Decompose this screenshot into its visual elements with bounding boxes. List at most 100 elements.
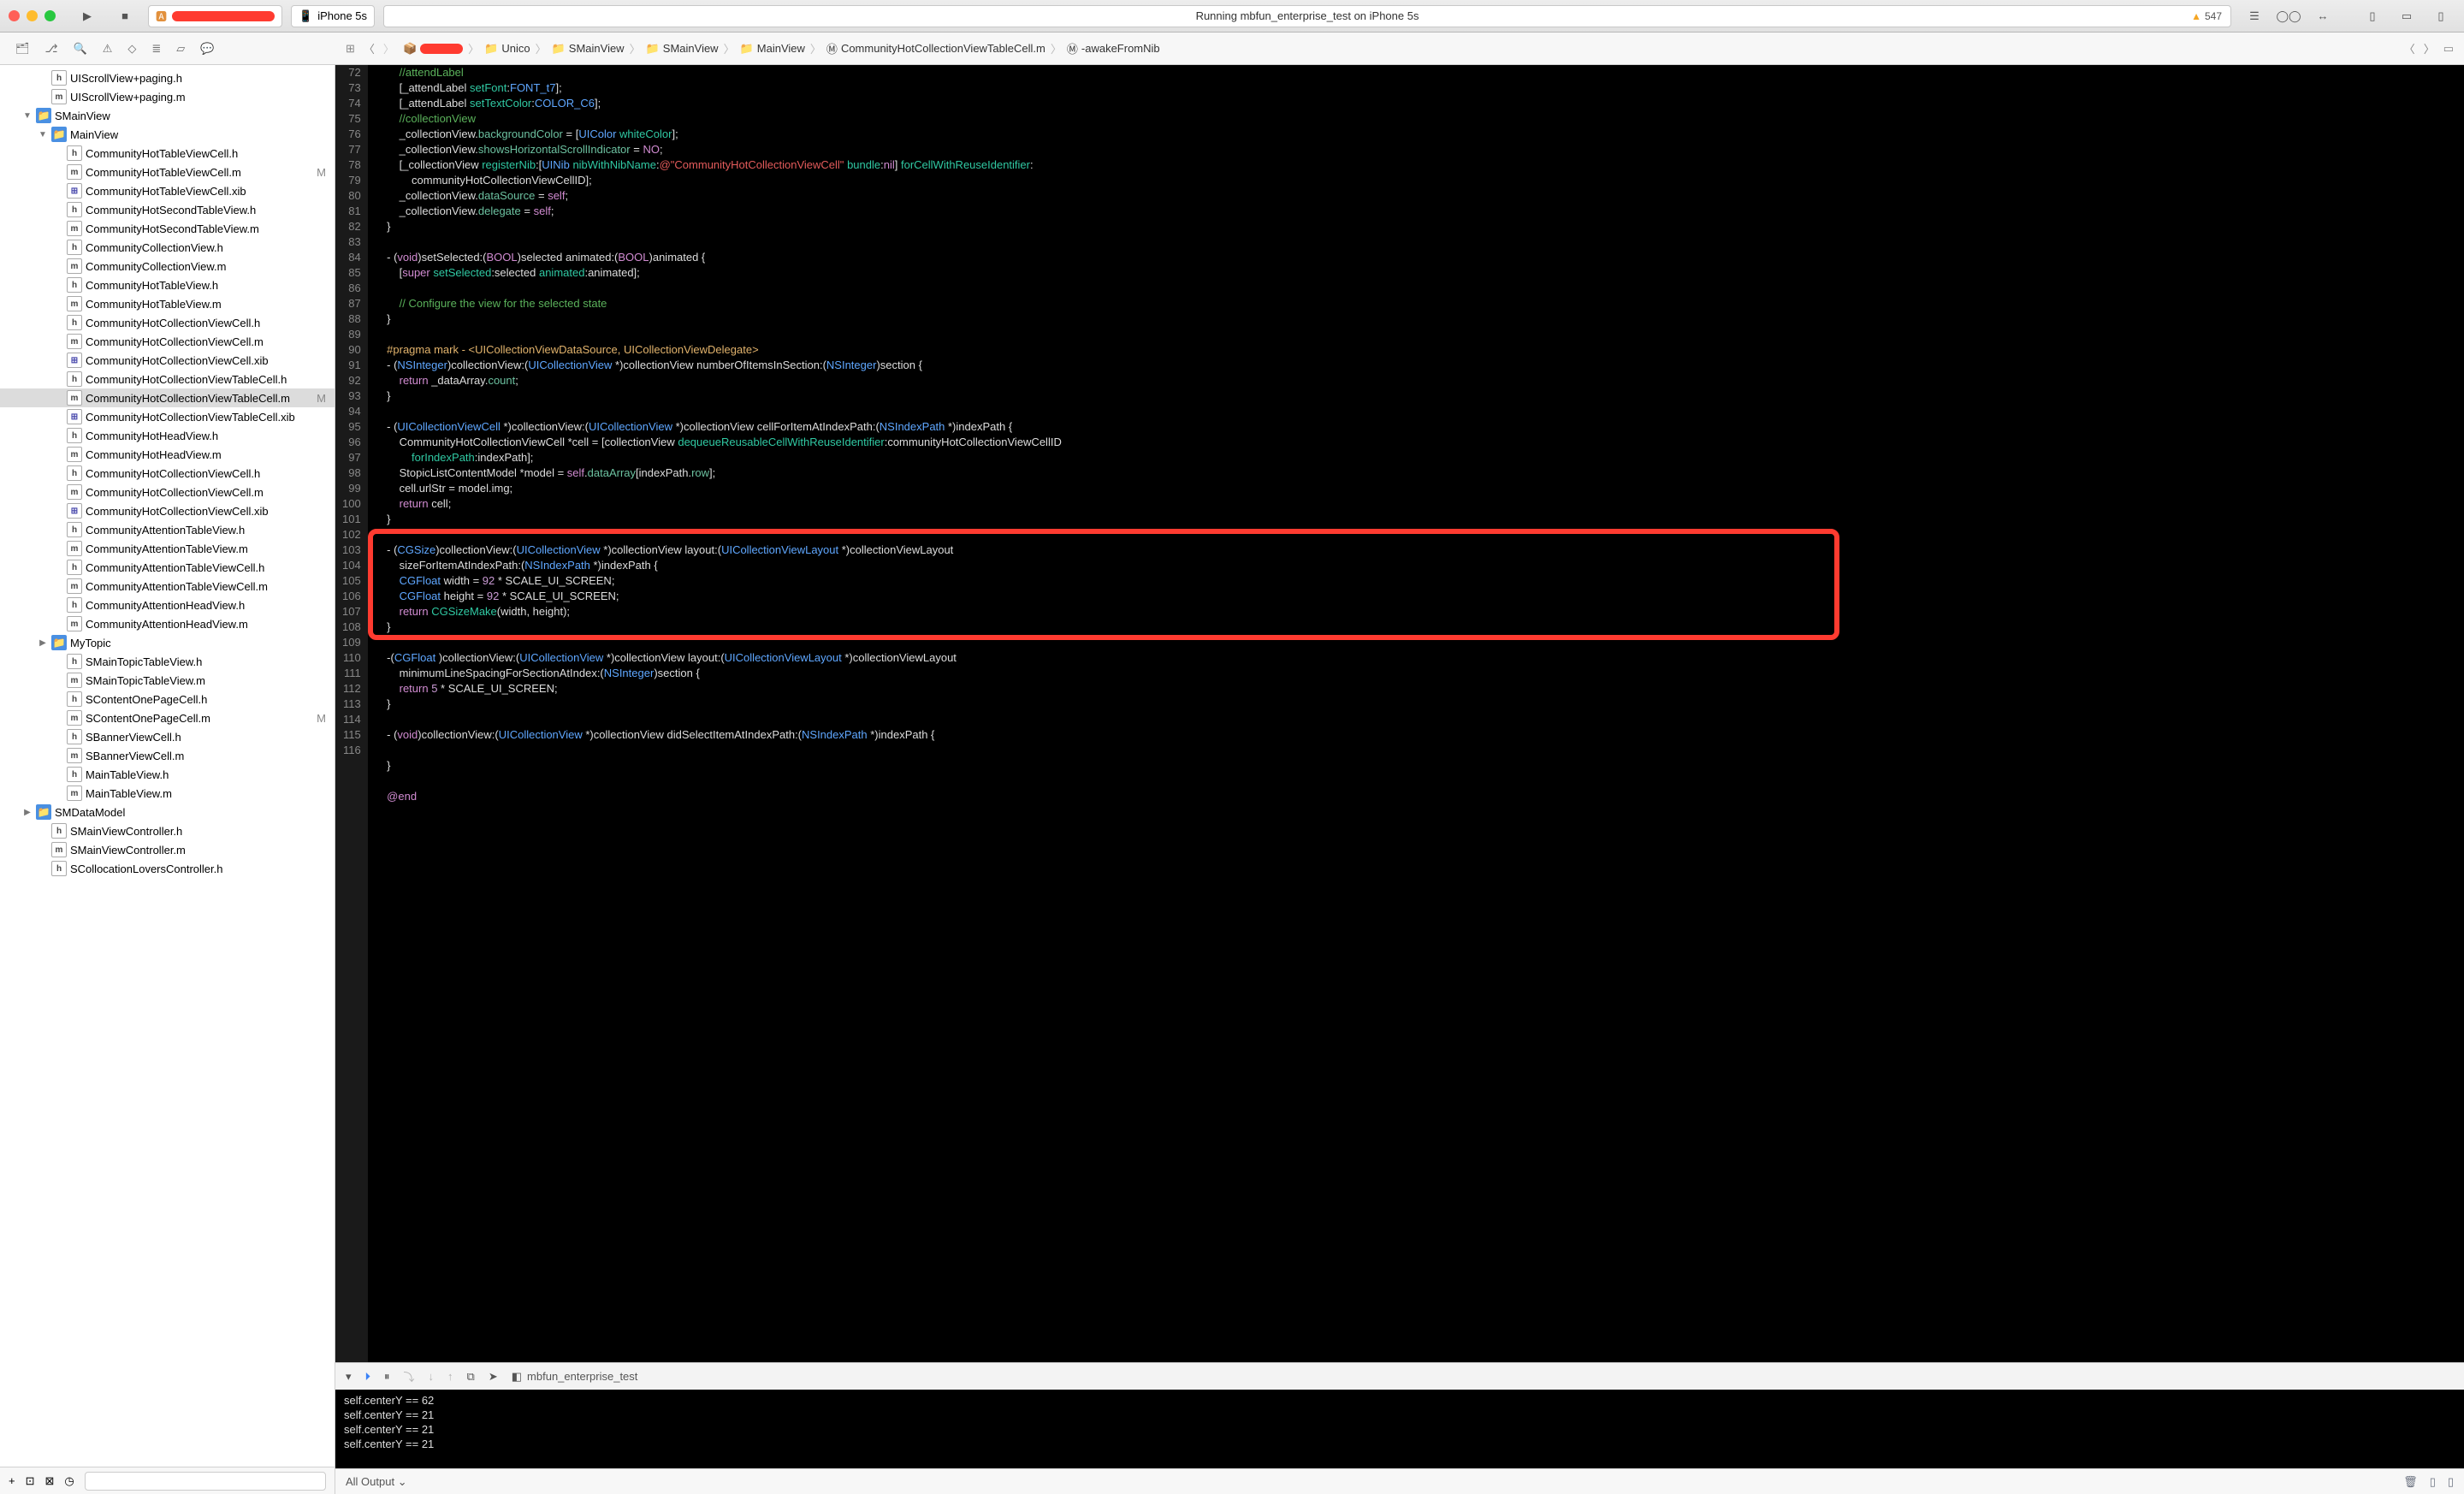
stop-button[interactable]: ■ (110, 5, 139, 27)
jump-segment[interactable]: 📁SMainView (552, 42, 625, 56)
tree-file[interactable]: UIScrollView+paging.h (0, 68, 335, 87)
tree-folder[interactable]: ▶MyTopic (0, 633, 335, 652)
tree-file[interactable]: CommunityHotCollectionViewCell.m (0, 332, 335, 351)
previous-counterpart-button[interactable]: 〈 (2404, 40, 2415, 56)
tree-file[interactable]: SContentOnePageCell.h (0, 690, 335, 708)
run-button[interactable]: ▶ (73, 5, 102, 27)
tree-file[interactable]: CommunityHotCollectionViewCell.h (0, 464, 335, 483)
tree-file[interactable]: SContentOnePageCell.mM (0, 708, 335, 727)
tree-file[interactable]: CommunityHotTableView.h (0, 276, 335, 294)
tree-file[interactable]: CommunityAttentionTableViewCell.m (0, 577, 335, 596)
forward-button[interactable]: 〉 (383, 40, 394, 56)
tree-file[interactable]: SMainViewController.m (0, 840, 335, 859)
source-control-navigator-tab[interactable]: ⎇ (45, 42, 58, 56)
disclosure-triangle[interactable]: ▶ (22, 808, 33, 817)
editor-mode-assistant-button[interactable]: ◯◯ (2274, 5, 2303, 27)
jump-bar[interactable]: 📦〉📁Unico〉📁SMainView〉📁SMainView〉📁MainView… (403, 40, 2396, 56)
tree-file[interactable]: CommunityAttentionTableView.m (0, 539, 335, 558)
clock-filter-button[interactable]: ◷ (64, 1474, 74, 1488)
console-pane-right-button[interactable]: ▯ (2448, 1475, 2454, 1489)
tree-file[interactable]: CommunityAttentionHeadView.m (0, 614, 335, 633)
warning-badge[interactable]: ▲ 547 (2191, 10, 2222, 22)
step-out-button[interactable]: ↑ (447, 1370, 453, 1383)
jump-segment[interactable]: 📁Unico (484, 42, 530, 56)
tree-folder[interactable]: ▶SMDataModel (0, 803, 335, 821)
debug-console[interactable]: self.centerY == 62self.centerY == 21self… (335, 1390, 2464, 1468)
report-navigator-tab[interactable]: 💬 (200, 42, 214, 56)
code-editor[interactable]: 7273747576777879808182838485868788899091… (335, 65, 2464, 1362)
toggle-debug-area-button[interactable]: ▭ (2392, 5, 2421, 27)
console-pane-left-button[interactable]: ▯ (2430, 1475, 2436, 1489)
tree-file[interactable]: MainTableView.h (0, 765, 335, 784)
tree-file[interactable]: SBannerViewCell.m (0, 746, 335, 765)
tree-file[interactable]: CommunityAttentionTableViewCell.h (0, 558, 335, 577)
location-button[interactable]: ➤ (489, 1370, 498, 1384)
project-navigator-tab[interactable]: 🗂 (15, 42, 30, 56)
tree-file[interactable]: CommunityHotCollectionViewCell.h (0, 313, 335, 332)
tree-file[interactable]: CommunityHotCollectionViewCell.m (0, 483, 335, 501)
jump-segment-project[interactable]: 📦 (403, 42, 463, 56)
minimize-window-button[interactable] (27, 10, 38, 21)
jump-segment[interactable]: ⓂCommunityHotCollectionViewTableCell.m (826, 40, 1045, 56)
tree-file[interactable]: CommunityHotCollectionViewCell.xib (0, 501, 335, 520)
code-content[interactable]: //attendLabel [_attendLabel setFont:FONT… (368, 65, 2464, 1362)
activity-status[interactable]: Running mbfun_enterprise_test on iPhone … (383, 5, 2231, 27)
next-counterpart-button[interactable]: 〉 (2424, 40, 2435, 56)
related-items-button[interactable]: ⊞ (346, 42, 355, 56)
output-filter[interactable]: All Output ⌄ (346, 1475, 407, 1489)
disclosure-triangle[interactable]: ▶ (38, 638, 48, 648)
back-button[interactable]: 〈 (364, 40, 375, 56)
tree-file[interactable]: CommunityAttentionTableView.h (0, 520, 335, 539)
tree-file[interactable]: CommunityHotTableView.m (0, 294, 335, 313)
find-navigator-tab[interactable]: 🔍 (74, 42, 87, 56)
tree-file[interactable]: CommunityHotTableViewCell.xib (0, 181, 335, 200)
add-file-button[interactable]: + (9, 1474, 15, 1487)
tree-file[interactable]: SMainViewController.h (0, 821, 335, 840)
disclosure-triangle[interactable]: ▼ (22, 111, 33, 121)
recent-files-button[interactable]: ⊡ (26, 1474, 35, 1488)
debug-navigator-tab[interactable]: ≣ (151, 42, 161, 56)
navigator-filter-field[interactable] (85, 1472, 326, 1491)
clear-console-button[interactable]: 🗑 (2403, 1475, 2418, 1489)
tree-file[interactable]: CommunityHotCollectionViewTableCell.h (0, 370, 335, 388)
breakpoint-navigator-tab[interactable]: ▱ (176, 42, 185, 56)
scheme-selector[interactable]: 🅰 (148, 5, 282, 27)
tree-file[interactable]: CommunityHotSecondTableView.h (0, 200, 335, 219)
tree-folder[interactable]: ▼MainView (0, 125, 335, 144)
tree-folder[interactable]: ▼SMainView (0, 106, 335, 125)
step-over-button[interactable]: ⤵ (404, 1368, 415, 1384)
disclosure-triangle[interactable]: ▼ (38, 130, 48, 139)
zoom-window-button[interactable] (44, 10, 56, 21)
toggle-utilities-button[interactable]: ▯ (2426, 5, 2455, 27)
add-editor-button[interactable]: ▭ (2443, 42, 2454, 56)
issue-navigator-tab[interactable]: ⚠ (103, 42, 113, 56)
tree-file[interactable]: CommunityHotHeadView.h (0, 426, 335, 445)
editor-mode-version-button[interactable]: ↔ (2308, 5, 2337, 27)
tree-file[interactable]: CommunityHotCollectionViewTableCell.mM (0, 388, 335, 407)
breakpoints-toggle[interactable]: ⏵ (365, 1370, 371, 1384)
tree-file[interactable]: CommunityHotCollectionViewTableCell.xib (0, 407, 335, 426)
jump-segment[interactable]: Ⓜ-awakeFromNib (1067, 40, 1160, 56)
tree-file[interactable]: CommunityAttentionHeadView.h (0, 596, 335, 614)
tree-file[interactable]: SCollocationLoversController.h (0, 859, 335, 878)
tree-file[interactable]: UIScrollView+paging.m (0, 87, 335, 106)
editor-mode-standard-button[interactable]: ☰ (2240, 5, 2269, 27)
tree-file[interactable]: SBannerViewCell.h (0, 727, 335, 746)
tree-file[interactable]: CommunityHotCollectionViewCell.xib (0, 351, 335, 370)
debug-target[interactable]: ◧ mbfun_enterprise_test (512, 1370, 638, 1384)
pause-button[interactable]: ⏸ (384, 1370, 390, 1384)
project-navigator[interactable]: UIScrollView+paging.hUIScrollView+paging… (0, 65, 335, 1494)
jump-segment[interactable]: 📁MainView (740, 42, 805, 56)
tree-file[interactable]: CommunityHotHeadView.m (0, 445, 335, 464)
tree-file[interactable]: CommunityCollectionView.h (0, 238, 335, 257)
close-window-button[interactable] (9, 10, 20, 21)
tree-file[interactable]: SMainTopicTableView.h (0, 652, 335, 671)
tree-file[interactable]: CommunityHotSecondTableView.m (0, 219, 335, 238)
jump-segment[interactable]: 📁SMainView (646, 42, 719, 56)
tree-file[interactable]: CommunityCollectionView.m (0, 257, 335, 276)
step-into-button[interactable]: ↓ (429, 1370, 435, 1383)
tree-file[interactable]: MainTableView.m (0, 784, 335, 803)
device-selector[interactable]: 📱 iPhone 5s (291, 5, 375, 27)
hide-debug-button[interactable]: ▾ (346, 1370, 352, 1384)
tree-file[interactable]: SMainTopicTableView.m (0, 671, 335, 690)
